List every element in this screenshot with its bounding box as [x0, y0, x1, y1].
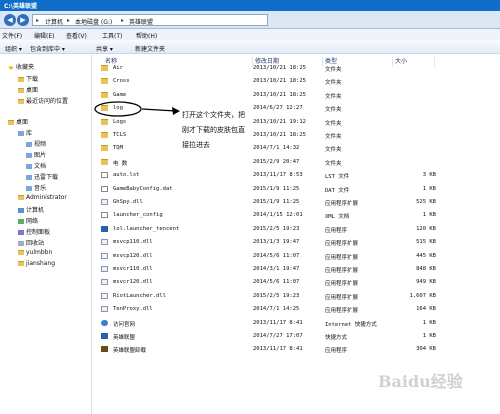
- arrow-line: [141, 108, 177, 112]
- arrow-head: [172, 107, 180, 115]
- annotation-arrow: [94, 101, 180, 117]
- watermark: Baidu经验: [378, 372, 463, 391]
- annotation-text: 打开这个文件夹，把 刚才下载的皮肤包直 接拉进去: [182, 111, 245, 149]
- highlight-ellipse: [94, 101, 142, 117]
